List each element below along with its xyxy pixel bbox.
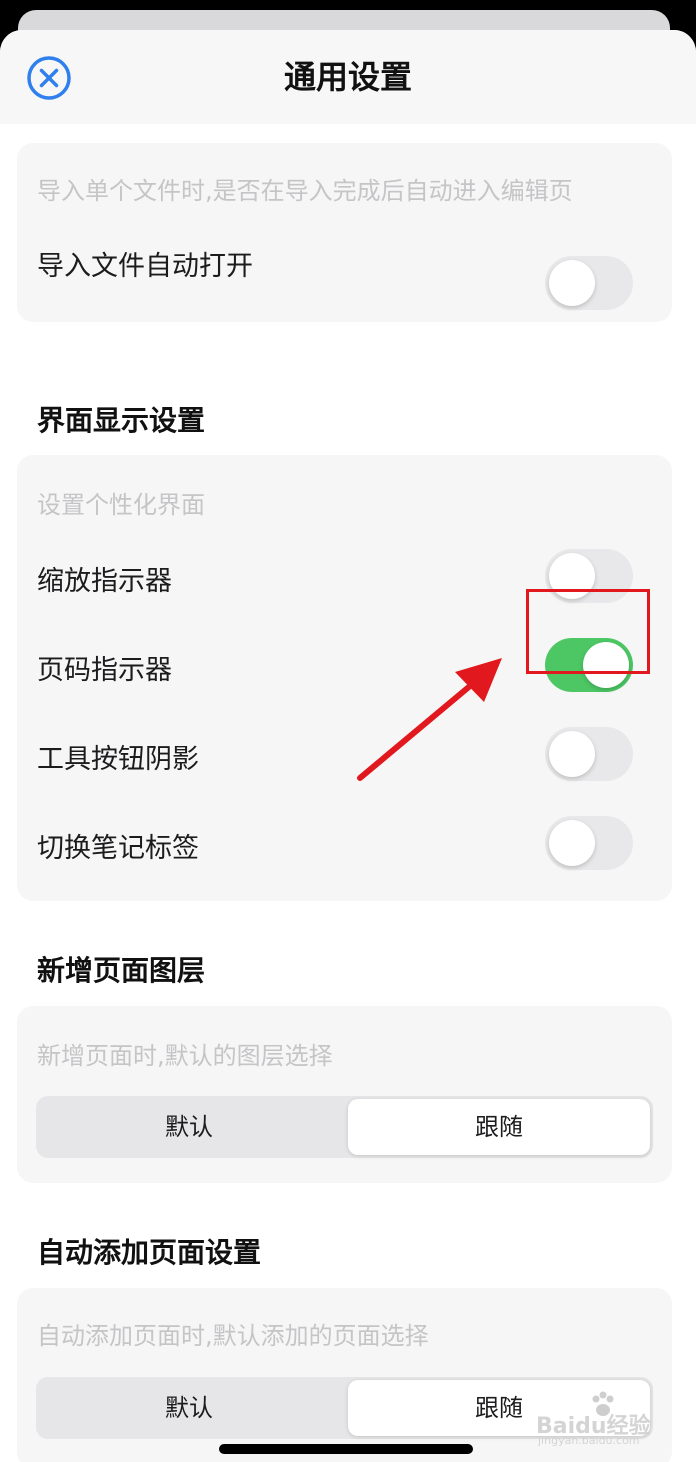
zoom-indicator-label: 缩放指示器	[37, 566, 172, 597]
annotation-highlight-box	[526, 589, 650, 674]
nav-bar: 通用设置	[0, 30, 696, 124]
auto-open-toggle[interactable]	[545, 256, 633, 310]
import-settings-card: 导入单个文件时,是否在导入完成后自动进入编辑页 导入文件自动打开	[17, 143, 672, 322]
display-hint: 设置个性化界面	[37, 491, 205, 519]
new-page-layer-card: 新增页面时,默认的图层选择 默认 跟随	[17, 1006, 672, 1183]
home-indicator[interactable]	[219, 1444, 473, 1454]
auto-add-page-title: 自动添加页面设置	[37, 1236, 262, 1269]
toggle-knob	[549, 820, 595, 866]
page-number-indicator-label: 页码指示器	[37, 655, 172, 686]
display-section-title: 界面显示设置	[37, 404, 206, 437]
segment-follow[interactable]: 跟随	[348, 1099, 650, 1155]
auto-open-label: 导入文件自动打开	[37, 251, 253, 282]
watermark: Baidu经验 jingyan.baidu.com	[536, 1390, 676, 1448]
watermark-subtext: jingyan.baidu.com	[538, 1434, 640, 1447]
toggle-knob	[549, 731, 595, 777]
new-page-layer-hint: 新增页面时,默认的图层选择	[37, 1042, 333, 1070]
import-hint: 导入单个文件时,是否在导入完成后自动进入编辑页	[37, 177, 573, 205]
settings-content: 导入单个文件时,是否在导入完成后自动进入编辑页 导入文件自动打开 界面显示设置 …	[0, 124, 696, 1462]
new-page-layer-title: 新增页面图层	[37, 954, 206, 987]
tool-button-shadow-label: 工具按钮阴影	[37, 744, 199, 775]
page-title: 通用设置	[283, 58, 412, 96]
segment-default[interactable]: 默认	[39, 1099, 339, 1155]
display-settings-card: 设置个性化界面 缩放指示器 页码指示器 工具按钮阴影 切换笔记标签	[17, 455, 672, 901]
settings-sheet: 通用设置 导入单个文件时,是否在导入完成后自动进入编辑页 导入文件自动打开 界面…	[0, 30, 696, 1462]
auto-add-page-hint: 自动添加页面时,默认添加的页面选择	[37, 1322, 429, 1350]
segment-default[interactable]: 默认	[39, 1380, 339, 1436]
new-page-layer-segmented-control: 默认 跟随	[36, 1096, 653, 1158]
switch-note-tabs-toggle[interactable]	[545, 816, 633, 870]
switch-note-tabs-label: 切换笔记标签	[37, 833, 199, 864]
toggle-knob	[549, 260, 595, 306]
annotation-arrow-icon	[357, 658, 502, 781]
tool-button-shadow-toggle[interactable]	[545, 727, 633, 781]
